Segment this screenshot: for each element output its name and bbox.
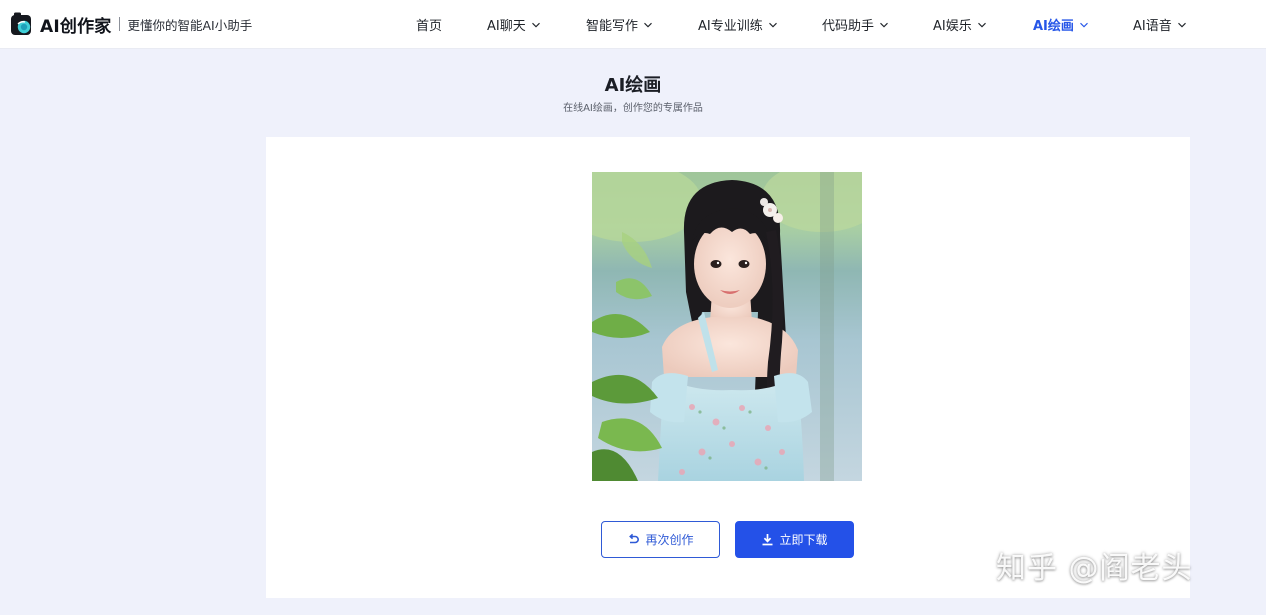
nav-item-ai-entertainment[interactable]: AI娱乐 (933, 15, 987, 34)
download-button-label: 立即下载 (779, 533, 828, 547)
top-navigation-bar: AI创作家 更懂你的智能AI小助手 首页 AI聊天 智能写作 AI专业训练 代码… (0, 0, 1266, 49)
nav-item-label: AI专业训练 (698, 19, 763, 34)
nav-item-home[interactable]: 首页 (416, 15, 442, 34)
watermark-text: 知乎 @阎老头 (996, 551, 1193, 586)
nav-item-ai-voice[interactable]: AI语音 (1133, 15, 1187, 34)
chevron-down-icon (768, 22, 777, 27)
nav-item-label: 首页 (416, 19, 443, 34)
brand-divider (119, 17, 121, 31)
brand-name: AI创作家 (40, 16, 112, 37)
logo-icon (11, 12, 31, 35)
chevron-down-icon (1080, 22, 1088, 27)
nav-item-label: AI聊天 (487, 19, 526, 34)
chevron-down-icon (1177, 22, 1186, 27)
brand-slogan: 更懂你的智能AI小助手 (127, 17, 253, 33)
nav-item-ai-chat[interactable]: AI聊天 (487, 15, 541, 34)
chevron-down-icon (880, 22, 888, 27)
page-subtitle: 在线AI绘画，创作您的专属作品 (563, 103, 703, 114)
chevron-down-icon (644, 22, 652, 27)
chevron-down-icon (977, 22, 986, 27)
chevron-down-icon (531, 22, 540, 27)
nav-item-smart-writing[interactable]: 智能写作 (586, 15, 653, 34)
brand-logo[interactable]: AI创作家 更懂你的智能AI小助手 (10, 11, 252, 37)
nav-item-code-assistant[interactable]: 代码助手 (822, 15, 889, 34)
download-icon (762, 534, 773, 546)
result-card: 再次创作 立即下载 (266, 137, 1190, 598)
nav-item-label: AI娱乐 (933, 19, 972, 34)
nav-item-label: AI语音 (1133, 19, 1172, 34)
page-title: AI绘画 (604, 75, 662, 96)
nav-item-ai-painting[interactable]: AI绘画 (1033, 15, 1089, 34)
undo-arrow-icon (629, 533, 640, 544)
recreate-button[interactable]: 再次创作 (601, 521, 720, 558)
nav-item-ai-training[interactable]: AI专业训练 (698, 15, 778, 34)
nav-item-label: 代码助手 (822, 19, 875, 34)
recreate-button-label: 再次创作 (645, 533, 694, 547)
generated-artwork-image[interactable] (592, 172, 862, 481)
nav-item-label: AI绘画 (1033, 19, 1074, 34)
download-button[interactable]: 立即下载 (735, 521, 854, 558)
nav-item-label: 智能写作 (586, 19, 639, 34)
